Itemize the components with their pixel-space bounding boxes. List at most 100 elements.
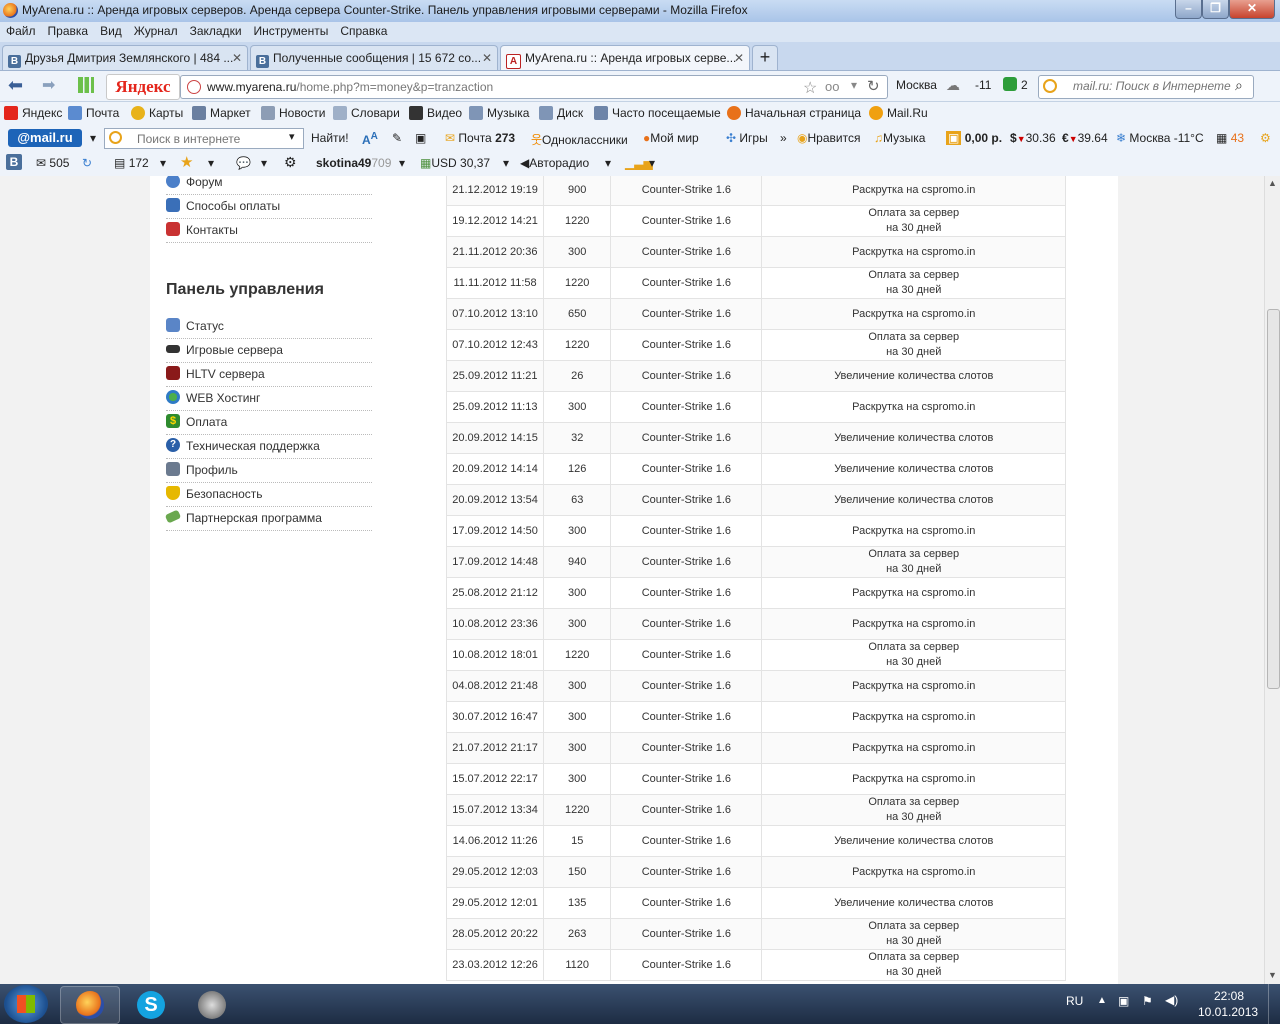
language-indicator[interactable]: RU xyxy=(1066,994,1083,1008)
username[interactable]: skotina49709 xyxy=(316,156,391,170)
tab-vk-messages[interactable]: В Полученные сообщения | 15 672 со... ✕ xyxy=(250,45,498,70)
pencil-icon[interactable]: ✎ xyxy=(392,131,402,145)
tab-vk-friends[interactable]: В Друзья Дмитрия Землянского | 484 ... ✕ xyxy=(2,45,248,70)
moimir-link[interactable]: ●Мой мир xyxy=(643,131,699,145)
bookmark-music[interactable]: Музыка xyxy=(469,106,529,120)
bookmark-star-icon[interactable]: ☆ xyxy=(803,78,817,98)
reload-icon[interactable]: ↻ xyxy=(867,77,880,95)
chevron-down-icon[interactable]: ▾ xyxy=(399,156,405,170)
chevron-down-icon[interactable]: ▾ xyxy=(289,130,295,143)
sidebar-item-status[interactable]: Статус xyxy=(166,314,372,339)
bookmark-most-visited[interactable]: Часто посещаемые xyxy=(594,106,721,120)
start-button[interactable] xyxy=(4,985,48,1023)
glasses-icon[interactable]: oo xyxy=(825,79,839,94)
tab-myarena[interactable]: A MyArena.ru :: Аренда игровых серве... ✕ xyxy=(500,45,750,70)
vk-icon[interactable]: В xyxy=(6,154,22,170)
show-desktop-button[interactable] xyxy=(1268,984,1280,1024)
chat-bubble-icon[interactable]: 💬 xyxy=(236,156,251,170)
dropdown-arrow-icon[interactable]: ▾ xyxy=(90,131,96,145)
sidebar-item-game-servers[interactable]: Игровые сервера xyxy=(166,338,372,363)
menu-help[interactable]: Справка xyxy=(334,22,393,38)
search-input[interactable] xyxy=(1071,78,1235,94)
clock-time[interactable]: 22:08 xyxy=(1214,989,1244,1003)
more-chevron-icon[interactable]: » xyxy=(780,131,787,145)
menu-bookmarks[interactable]: Закладки xyxy=(184,22,248,38)
bookmark-maps[interactable]: Карты xyxy=(131,106,183,120)
dropdown-arrow-icon[interactable]: ▾ xyxy=(851,78,857,92)
scroll-up-icon[interactable]: ▲ xyxy=(1268,178,1277,188)
games-link[interactable]: ✣ Игры xyxy=(726,131,768,145)
usd-rate[interactable]: $▼30.36 xyxy=(1010,131,1056,145)
radio-widget[interactable]: ◀Авторадио xyxy=(520,156,589,170)
notifications-widget[interactable]: ▦ 43 xyxy=(1216,131,1244,145)
menu-tools[interactable]: Инструменты xyxy=(248,22,335,38)
clock-date[interactable]: 10.01.2013 xyxy=(1198,1005,1258,1019)
sidebar-item-partner[interactable]: Партнерская программа xyxy=(164,506,372,531)
scroll-down-icon[interactable]: ▼ xyxy=(1268,970,1277,980)
bookmark-video[interactable]: Видео xyxy=(409,106,462,120)
clipboard-icon[interactable]: ▣ xyxy=(415,131,426,145)
url-bar[interactable]: www.myarena.ru/home.php?m=money&p=tranza… xyxy=(180,75,888,99)
minimize-button[interactable]: – xyxy=(1175,0,1202,19)
site-identity-icon[interactable] xyxy=(187,80,201,94)
menu-view[interactable]: Вид xyxy=(94,22,128,38)
tray-expand-icon[interactable]: ▲ xyxy=(1097,995,1107,1006)
weather-widget[interactable]: ❄ Москва -11°C xyxy=(1116,131,1204,145)
refresh-icon[interactable]: ↻ xyxy=(82,156,92,170)
new-tab-button[interactable]: + xyxy=(752,45,778,70)
sidebar-item-web-hosting[interactable]: WEB Хостинг xyxy=(166,386,372,411)
scrollbar-thumb[interactable] xyxy=(1267,309,1280,689)
menu-edit[interactable]: Правка xyxy=(42,22,95,38)
menu-history[interactable]: Журнал xyxy=(128,22,184,38)
volume-icon[interactable]: ◀) xyxy=(1165,993,1178,1007)
bookmark-dictionaries[interactable]: Словари xyxy=(333,106,400,120)
odnoklassniki-link[interactable]: 웃Одноклассники xyxy=(531,131,628,148)
maximize-button[interactable]: ❐ xyxy=(1202,0,1229,19)
bookmark-mail[interactable]: Почта xyxy=(68,106,119,120)
search-engine-icon[interactable] xyxy=(1043,79,1057,93)
mail-link[interactable]: ✉ Почта 273 xyxy=(445,131,515,145)
bookmark-yandex[interactable]: Яндекс xyxy=(4,106,62,120)
taskbar-app[interactable] xyxy=(182,986,242,1024)
sidebar-item-forum[interactable]: Форум xyxy=(166,176,372,195)
sidebar-item-profile[interactable]: Профиль xyxy=(166,458,372,483)
network-error-icon[interactable]: ▣ xyxy=(1118,994,1129,1008)
vertical-scrollbar[interactable]: ▲ ▼ xyxy=(1264,176,1280,984)
sidebar-item-payment[interactable]: $ Оплата xyxy=(166,410,372,435)
close-tab-icon[interactable]: ✕ xyxy=(232,46,242,70)
search-icon[interactable]: ⌕ xyxy=(1235,77,1243,94)
chevron-down-icon[interactable]: ▾ xyxy=(649,156,655,170)
forward-icon[interactable]: ➡ xyxy=(42,75,55,95)
font-size-icon[interactable]: AA xyxy=(362,131,378,147)
taskbar-firefox[interactable] xyxy=(60,986,120,1024)
chevron-down-icon[interactable]: ▾ xyxy=(160,156,166,170)
notes-counter[interactable]: ▤ 172 xyxy=(114,156,149,170)
weather-city[interactable]: Москва xyxy=(896,78,937,92)
mail-counter-icon[interactable] xyxy=(1003,77,1017,91)
window-title-bar[interactable]: MyArena.ru :: Аренда игровых серверов. А… xyxy=(0,0,1280,22)
chevron-down-icon[interactable]: ▾ xyxy=(208,156,214,170)
sidebar-item-security[interactable]: Безопасность xyxy=(166,482,372,507)
close-button[interactable]: ✕ xyxy=(1229,0,1275,19)
mailru-search-box[interactable]: ▾ xyxy=(104,128,304,149)
yandex-button[interactable]: Яндекс xyxy=(106,74,180,100)
mailru-search-input[interactable] xyxy=(135,131,289,147)
find-button[interactable]: Найти! xyxy=(311,131,349,145)
sidebar-item-hltv[interactable]: HLTV сервера xyxy=(166,362,372,387)
sidebar-item-contacts[interactable]: Контакты xyxy=(166,218,372,243)
close-tab-icon[interactable]: ✕ xyxy=(734,46,744,70)
gear-icon[interactable]: ⚙ xyxy=(1260,131,1271,145)
action-center-icon[interactable]: ⚑ xyxy=(1142,994,1153,1008)
bookmark-start-page[interactable]: Начальная страница xyxy=(727,106,861,120)
chevron-down-icon[interactable]: ▾ xyxy=(605,156,611,170)
messages-counter[interactable]: ✉ 505 xyxy=(36,156,69,170)
bookmark-disk[interactable]: Диск xyxy=(539,106,583,120)
eur-rate[interactable]: €▼39.64 xyxy=(1062,131,1108,145)
bookmark-mailru[interactable]: Mail.Ru xyxy=(869,106,928,120)
chevron-down-icon[interactable]: ▾ xyxy=(261,156,267,170)
mailru-logo[interactable]: @mail.ru xyxy=(8,129,82,147)
menu-file[interactable]: Файл xyxy=(0,22,42,38)
taskbar-skype[interactable]: S xyxy=(121,986,181,1024)
back-icon[interactable]: ⬅ xyxy=(8,75,23,96)
balance[interactable]: ▣ 0,00 р. xyxy=(946,131,1002,145)
